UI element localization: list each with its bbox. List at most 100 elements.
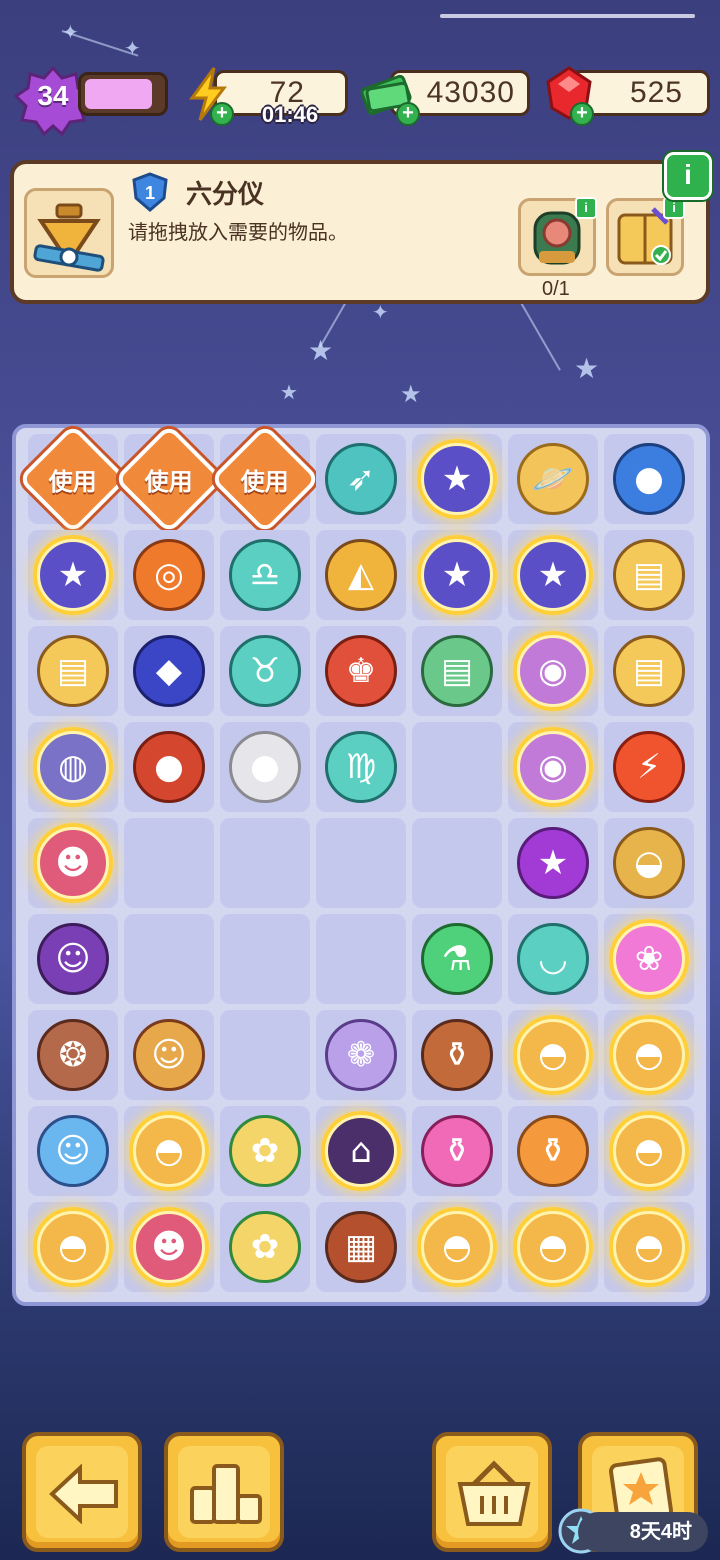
item-sprite: ⚱ bbox=[421, 1115, 493, 1187]
treasure-bowl-icon[interactable]: ◓ bbox=[127, 1109, 211, 1193]
item-sprite: ⚱ bbox=[421, 1019, 493, 1091]
board-cell[interactable] bbox=[124, 818, 214, 908]
add-gems-button[interactable]: + bbox=[570, 102, 594, 126]
level-progress-fill bbox=[85, 79, 152, 109]
sagittarius-icon[interactable]: ➶ bbox=[319, 437, 403, 521]
constellation-line bbox=[519, 300, 561, 371]
add-energy-button[interactable]: + bbox=[210, 102, 234, 126]
treasure-bowl-icon[interactable]: ◓ bbox=[607, 1013, 691, 1097]
board-cell[interactable] bbox=[220, 1010, 310, 1100]
reward-item-slot[interactable]: i bbox=[606, 197, 685, 276]
fortune-teller-icon[interactable]: ☻ bbox=[31, 821, 115, 905]
coin-bag-icon[interactable]: ◒ bbox=[607, 821, 691, 905]
use-boost-tag[interactable]: 使用 bbox=[17, 423, 129, 535]
use-label: 使用 bbox=[241, 468, 289, 496]
seer-character-icon[interactable]: ☺ bbox=[31, 1109, 115, 1193]
quest-info-button[interactable]: i bbox=[664, 152, 712, 200]
libra-icon[interactable]: ♎ bbox=[223, 533, 307, 617]
board-cell[interactable] bbox=[220, 818, 310, 908]
saturn-planet-icon[interactable]: 🪐 bbox=[511, 437, 595, 521]
crystal-ball-icon[interactable]: ◉ bbox=[511, 725, 595, 809]
treasure-bowl-icon[interactable]: ◓ bbox=[511, 1013, 595, 1097]
moon-icon[interactable]: ● bbox=[223, 725, 307, 809]
owl-portrait-icon[interactable]: ◍ bbox=[31, 725, 115, 809]
treasure-bowl-icon[interactable]: ◓ bbox=[607, 1109, 691, 1193]
treasure-bowl-icon[interactable]: ◓ bbox=[31, 1205, 115, 1289]
potion-bottle-icon[interactable]: ⚱ bbox=[415, 1013, 499, 1097]
lavender-jar-icon[interactable]: ❁ bbox=[319, 1013, 403, 1097]
orange-potion-icon[interactable]: ⚱ bbox=[511, 1109, 595, 1193]
item-sprite: ◓ bbox=[517, 1211, 589, 1283]
red-planet-icon[interactable]: ● bbox=[127, 725, 211, 809]
item-sprite: ✿ bbox=[229, 1211, 301, 1283]
leaderboard-button[interactable] bbox=[164, 1432, 284, 1552]
rose-jar-icon[interactable]: ✿ bbox=[223, 1109, 307, 1193]
rose-jar-icon[interactable]: ✿ bbox=[223, 1205, 307, 1289]
item-sprite: ⚡ bbox=[613, 731, 685, 803]
star-orb-icon[interactable]: ★ bbox=[31, 533, 115, 617]
test-tube-icon[interactable]: ⚗ bbox=[415, 917, 499, 1001]
toad-icon[interactable]: ❂ bbox=[31, 1013, 115, 1097]
tarot-cards-icon[interactable]: ▤ bbox=[607, 533, 691, 617]
lightning-coin-icon[interactable]: ⚡ bbox=[607, 725, 691, 809]
board-cell[interactable] bbox=[124, 914, 214, 1004]
back-button[interactable] bbox=[22, 1432, 142, 1552]
star-orb-icon[interactable]: ★ bbox=[511, 533, 595, 617]
king-figure-icon[interactable]: ♚ bbox=[319, 629, 403, 713]
quest-target-thumbnail[interactable] bbox=[24, 188, 114, 278]
item-sprite: ♉ bbox=[229, 635, 301, 707]
item-sprite: ★ bbox=[517, 827, 589, 899]
sextant-icon[interactable]: ◭ bbox=[319, 533, 403, 617]
item-sprite: ☺ bbox=[37, 923, 109, 995]
scholar-icon[interactable]: ☺ bbox=[127, 1013, 211, 1097]
purple-star-icon[interactable]: ★ bbox=[511, 821, 595, 905]
quest-card: 1 六分仪 请拖拽放入需要的物品。 i i 0/1 bbox=[10, 160, 710, 304]
item-sprite: ◓ bbox=[133, 1115, 205, 1187]
item-sprite: ◓ bbox=[613, 1211, 685, 1283]
green-bowl-icon[interactable]: ◡ bbox=[511, 917, 595, 1001]
treasure-bowl-icon[interactable]: ◓ bbox=[607, 1205, 691, 1289]
crystal-ball-icon[interactable]: ◉ bbox=[511, 629, 595, 713]
board-cell[interactable] bbox=[412, 818, 502, 908]
board-cell[interactable] bbox=[316, 914, 406, 1004]
item-sprite: ➶ bbox=[325, 443, 397, 515]
required-item-info-button[interactable]: i bbox=[575, 197, 597, 219]
item-sprite: ◓ bbox=[613, 1019, 685, 1091]
use-boost-tag[interactable]: 使用 bbox=[113, 423, 225, 535]
orange-planet-icon[interactable]: ◎ bbox=[127, 533, 211, 617]
quest-progress-count: 0/1 bbox=[542, 278, 570, 300]
pink-orb-icon[interactable]: ❀ bbox=[607, 917, 691, 1001]
tarot-cards-rainbow-icon[interactable]: ▤ bbox=[415, 629, 499, 713]
item-sprite: ★ bbox=[421, 443, 493, 515]
virgo-icon[interactable]: ♍ bbox=[319, 725, 403, 809]
retro-tv-icon[interactable]: ▦ bbox=[319, 1205, 403, 1289]
reward-item-info-button[interactable]: i bbox=[663, 197, 685, 219]
dark-portal-icon[interactable]: ⌂ bbox=[319, 1109, 403, 1193]
treasure-bowl-icon[interactable]: ◓ bbox=[511, 1205, 595, 1289]
item-sprite: ◎ bbox=[133, 539, 205, 611]
item-sprite: ⚱ bbox=[517, 1115, 589, 1187]
required-item-slot[interactable]: i bbox=[518, 197, 597, 276]
star-orb-icon[interactable]: ★ bbox=[415, 533, 499, 617]
board-cell[interactable] bbox=[316, 818, 406, 908]
top-hud: 34 72 + 01:46 43030 + 525 + bbox=[0, 62, 720, 136]
tarot-cards-icon[interactable]: ▤ bbox=[607, 629, 691, 713]
item-sprite: ☺ bbox=[37, 1115, 109, 1187]
add-cash-button[interactable]: + bbox=[396, 102, 420, 126]
item-sprite: ★ bbox=[517, 539, 589, 611]
taurus-icon[interactable]: ♉ bbox=[223, 629, 307, 713]
tarot-cards-icon[interactable]: ▤ bbox=[31, 629, 115, 713]
board-cell[interactable] bbox=[220, 914, 310, 1004]
wizard-icon[interactable]: ☺ bbox=[31, 917, 115, 1001]
item-sprite: ☺ bbox=[133, 1019, 205, 1091]
blue-gem-icon[interactable]: ◆ bbox=[127, 629, 211, 713]
blue-planet-icon[interactable]: ● bbox=[607, 437, 691, 521]
star-orb-icon[interactable]: ★ bbox=[415, 437, 499, 521]
treasure-bowl-icon[interactable]: ◓ bbox=[415, 1205, 499, 1289]
shop-button[interactable] bbox=[432, 1432, 552, 1552]
pink-potion-icon[interactable]: ⚱ bbox=[415, 1109, 499, 1193]
use-boost-tag[interactable]: 使用 bbox=[209, 423, 321, 535]
item-sprite: ◓ bbox=[421, 1211, 493, 1283]
fortune-teller-icon[interactable]: ☻ bbox=[127, 1205, 211, 1289]
board-cell[interactable] bbox=[412, 722, 502, 812]
